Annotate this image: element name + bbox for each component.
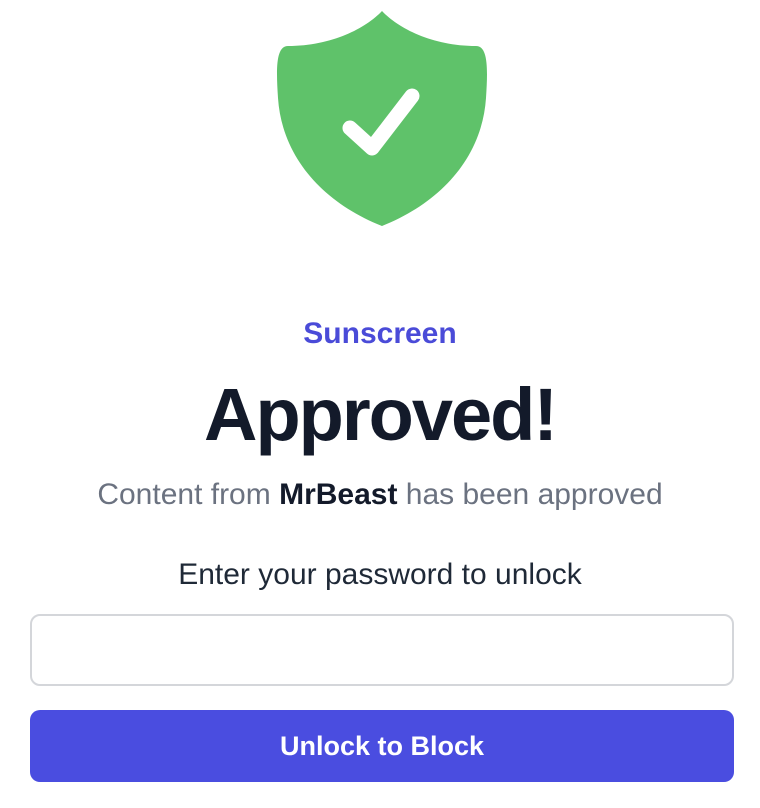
approval-page: Sunscreen Approved! Content from MrBeast… [0,0,760,808]
message-prefix: Content from [97,478,280,511]
password-input[interactable] [30,614,734,686]
unlock-button[interactable]: Unlock to Block [30,710,734,782]
creator-name: MrBeast [279,478,398,511]
status-message: Content from MrBeast has been approved [0,476,760,514]
password-prompt: Enter your password to unlock [178,558,582,591]
brand-name: Sunscreen [303,317,457,350]
shield-shape [277,11,487,226]
shield-check-icon [277,11,487,226]
status-title: Approved! [204,373,558,456]
message-suffix: has been approved [397,478,663,511]
